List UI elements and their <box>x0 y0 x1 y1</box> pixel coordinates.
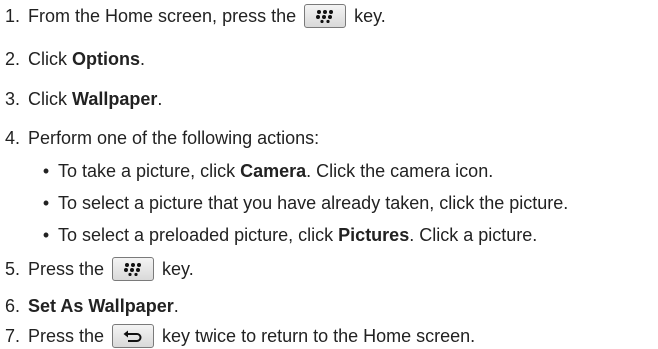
step-number: 2. <box>4 49 20 69</box>
step-3: 3. Click Wallpaper. <box>0 89 162 110</box>
bullet-item: • To take a picture, click Camera. Click… <box>36 161 493 182</box>
step-text: Press the <box>28 258 105 279</box>
step-punctuation: . <box>140 49 146 69</box>
bullet-dot: • <box>42 161 50 181</box>
menu-option-set-as-wallpaper: Set As Wallpaper <box>28 296 174 316</box>
blackberry-menu-key <box>304 4 347 28</box>
step-text-end: key. <box>354 5 386 26</box>
step-text: Press the <box>28 325 105 346</box>
menu-option-wallpaper: Wallpaper <box>72 89 158 109</box>
step-7: 7. Press the key twice to return to the … <box>0 324 475 348</box>
bullet-dot: • <box>42 193 50 213</box>
step-text: Click <box>28 89 67 109</box>
bullet-text: To select a picture that you have alread… <box>58 193 569 213</box>
step-number: 7. <box>4 325 20 346</box>
menu-option-options: Options <box>72 49 141 69</box>
blackberry-menu-icon <box>316 10 334 23</box>
step-punctuation: . <box>173 296 179 316</box>
menu-option-pictures: Pictures <box>338 225 410 245</box>
bullet-dot: • <box>42 225 50 245</box>
blackberry-menu-key <box>112 257 155 281</box>
menu-option-camera: Camera <box>240 161 307 181</box>
step-text: From the Home screen, press the <box>28 5 297 26</box>
step-text: Perform one of the following actions: <box>28 128 320 148</box>
step-5: 5. Press the key. <box>0 257 194 281</box>
step-4: 4. Perform one of the following actions: <box>0 128 319 149</box>
escape-back-icon <box>123 330 142 342</box>
bullet-item: • To select a preloaded picture, click P… <box>36 225 537 246</box>
step-1: 1. From the Home screen, press the key. <box>0 4 386 28</box>
blackberry-menu-icon <box>124 263 142 276</box>
step-6: 6. Set As Wallpaper. <box>0 296 179 317</box>
step-2: 2. Click Options. <box>0 49 145 70</box>
step-text-end: key twice to return to the Home screen. <box>162 325 476 346</box>
step-number: 6. <box>4 296 20 316</box>
step-number: 5. <box>4 258 20 279</box>
escape-key <box>112 324 155 348</box>
step-number: 3. <box>4 89 20 109</box>
bullet-text: To select a preloaded picture, click <box>58 225 334 245</box>
step-punctuation: . <box>157 89 163 109</box>
bullet-text-end: . Click the camera icon. <box>306 161 494 181</box>
step-text-end: key. <box>162 258 194 279</box>
bullet-item: • To select a picture that you have alre… <box>36 193 568 214</box>
step-number: 1. <box>4 5 20 26</box>
bullet-text: To take a picture, click <box>58 161 236 181</box>
step-text: Click <box>28 49 67 69</box>
step-number: 4. <box>4 128 20 148</box>
bullet-text-end: . Click a picture. <box>409 225 538 245</box>
